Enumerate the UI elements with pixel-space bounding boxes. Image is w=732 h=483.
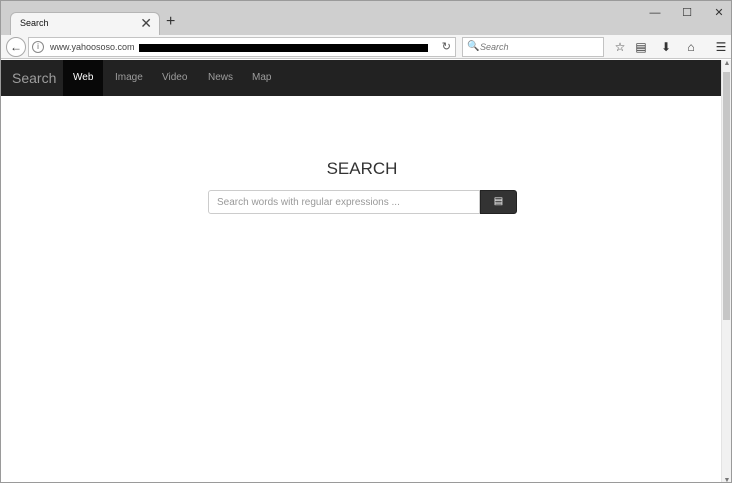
- site-navbar: Search Web Image Video News Map: [1, 60, 723, 96]
- nav-video[interactable]: Video: [152, 60, 197, 96]
- browser-window: Search ✕ + — ☐ ✕ ← i www.yahoososo.com ↻…: [0, 0, 732, 483]
- browser-search-input[interactable]: [480, 40, 600, 54]
- info-icon[interactable]: i: [32, 41, 44, 53]
- minimize-button[interactable]: —: [644, 5, 666, 21]
- search-button[interactable]: ▤: [480, 190, 517, 214]
- maximize-button[interactable]: ☐: [676, 5, 698, 21]
- back-button[interactable]: ←: [6, 37, 26, 57]
- close-window-button[interactable]: ✕: [708, 5, 730, 21]
- back-arrow-icon: ←: [10, 40, 22, 54]
- bookmark-star-icon[interactable]: ☆: [612, 39, 628, 55]
- home-icon[interactable]: ⌂: [683, 39, 699, 55]
- browser-toolbar: ← i www.yahoososo.com ↻ 🔍 ☆ ▤ ⬇ ⌂ ☰: [1, 35, 731, 59]
- reader-view-icon[interactable]: ▤: [633, 39, 649, 55]
- tab-close-icon[interactable]: ✕: [140, 16, 152, 30]
- brand-link[interactable]: Search: [12, 70, 56, 86]
- url-bar[interactable]: i www.yahoososo.com ↻: [28, 37, 456, 57]
- url-redaction: [139, 44, 428, 52]
- search-input[interactable]: [208, 190, 480, 214]
- reload-icon[interactable]: ↻: [442, 40, 451, 53]
- nav-web[interactable]: Web: [63, 60, 104, 96]
- nav-image[interactable]: Image: [105, 60, 153, 96]
- download-icon[interactable]: ⬇: [658, 39, 674, 55]
- menu-icon[interactable]: ☰: [713, 39, 729, 55]
- page-scrollbar[interactable]: ▲ ▼: [721, 60, 731, 482]
- nav-map[interactable]: Map: [242, 60, 281, 96]
- tab-strip: Search ✕ + — ☐ ✕: [1, 1, 731, 36]
- clipboard-icon: ▤: [493, 196, 504, 207]
- tab-title: Search: [20, 18, 49, 28]
- url-text: www.yahoososo.com: [50, 42, 135, 52]
- scroll-thumb[interactable]: [723, 72, 730, 320]
- new-tab-button[interactable]: +: [166, 13, 175, 31]
- page-title: SEARCH: [326, 159, 398, 178]
- scroll-down-icon[interactable]: ▼: [723, 477, 731, 482]
- page-content: Search Web Image Video News Map SEARCH ▤: [1, 60, 723, 482]
- search-engine-icon[interactable]: 🔍: [467, 41, 479, 52]
- nav-news[interactable]: News: [198, 60, 243, 96]
- scroll-up-icon[interactable]: ▲: [723, 60, 731, 67]
- browser-tab[interactable]: Search ✕: [10, 12, 160, 36]
- browser-search-bar[interactable]: 🔍: [462, 37, 604, 57]
